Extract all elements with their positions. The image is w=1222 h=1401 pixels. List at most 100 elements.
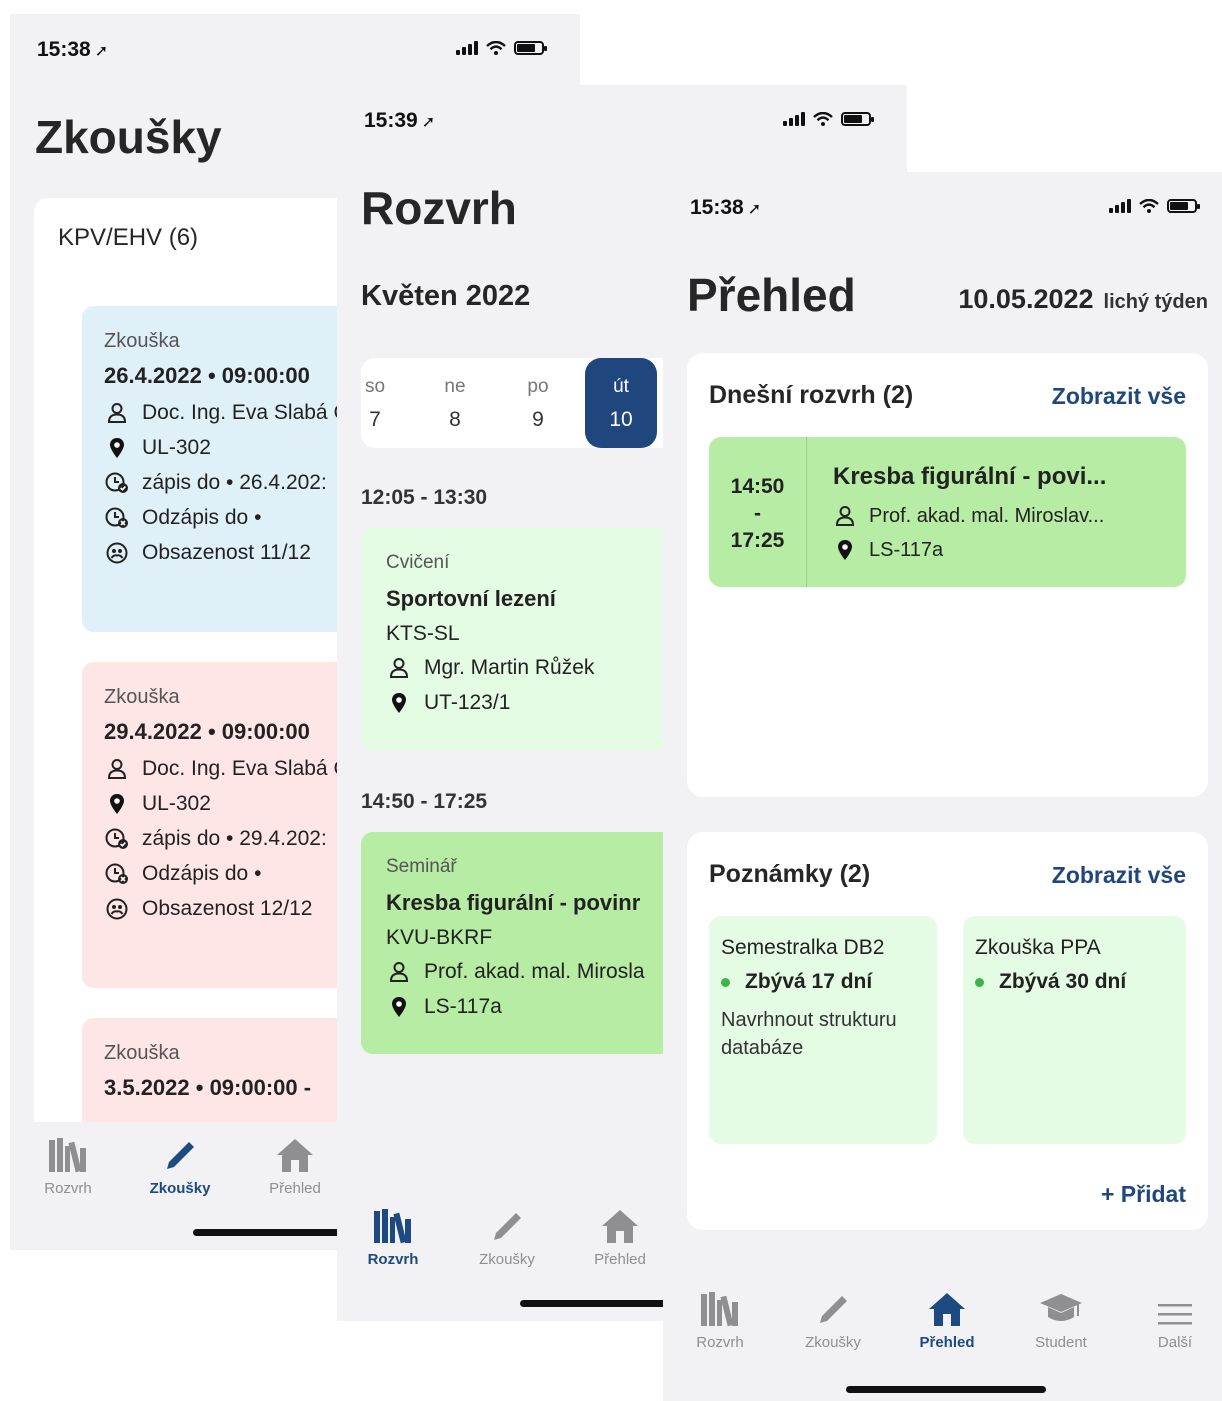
current-date: 10.05.2022 bbox=[958, 284, 1094, 314]
home-icon bbox=[600, 1205, 640, 1245]
tab-zkousky[interactable]: Zkoušky bbox=[801, 1288, 865, 1351]
signal-icon bbox=[783, 112, 805, 126]
books-icon bbox=[372, 1205, 414, 1245]
wifi-icon bbox=[813, 112, 833, 126]
location-pin-icon bbox=[104, 437, 130, 459]
person-icon bbox=[386, 961, 412, 983]
lesson-room: LS-117a bbox=[869, 538, 944, 561]
status-bar: 15:39 ➚ bbox=[337, 85, 907, 145]
person-icon bbox=[104, 402, 130, 424]
tab-dalsi[interactable]: Další bbox=[1147, 1288, 1203, 1351]
lesson-teacher: Prof. akad. mal. Miroslav... bbox=[869, 504, 1105, 527]
battery-icon bbox=[514, 41, 547, 55]
books-icon bbox=[699, 1288, 741, 1328]
lesson-room: LS-117a bbox=[424, 994, 502, 1018]
status-icons bbox=[1109, 199, 1200, 213]
exam-capacity: Obsazenost 11/12 bbox=[142, 540, 311, 564]
day-item-selected[interactable]: út 10 bbox=[585, 358, 657, 448]
pencil-icon bbox=[162, 1134, 198, 1174]
graduation-cap-icon bbox=[1038, 1288, 1084, 1328]
tab-student[interactable]: Student bbox=[1028, 1288, 1094, 1351]
group-icon bbox=[104, 542, 130, 564]
day-item[interactable]: ne 8 bbox=[419, 358, 491, 448]
clock-check-icon bbox=[104, 828, 130, 850]
pencil-icon bbox=[489, 1205, 525, 1245]
location-pin-icon bbox=[833, 539, 857, 561]
today-lesson-card[interactable]: 14:50 - 17:25 Kresba figurální - povi...… bbox=[709, 437, 1186, 587]
signal-icon bbox=[456, 41, 478, 55]
pencil-icon bbox=[815, 1288, 851, 1328]
tab-rozvrh[interactable]: Rozvrh bbox=[363, 1205, 423, 1268]
tab-prehled[interactable]: Přehled bbox=[262, 1134, 328, 1197]
show-all-link[interactable]: Zobrazit vše bbox=[1052, 383, 1186, 410]
day-item[interactable]: po 9 bbox=[502, 358, 574, 448]
show-all-link[interactable]: Zobrazit vše bbox=[1052, 862, 1186, 889]
note-title: Semestralka DB2 bbox=[721, 936, 885, 959]
wifi-icon bbox=[1139, 199, 1159, 213]
exam-teacher: Doc. Ing. Eva Slabá C bbox=[142, 400, 349, 424]
exam-capacity: Obsazenost 12/12 bbox=[142, 896, 313, 920]
tab-prehled[interactable]: Přehled bbox=[914, 1288, 980, 1351]
note-remaining: Zbývá 17 dní bbox=[721, 970, 925, 994]
lesson-body: Kresba figurální - povi... Prof. akad. m… bbox=[833, 463, 1170, 567]
signal-icon bbox=[1109, 199, 1131, 213]
tab-prehled[interactable]: Přehled bbox=[587, 1205, 653, 1268]
exam-room: UL-302 bbox=[142, 791, 211, 815]
time-slot-label: 12:05 - 13:30 bbox=[361, 486, 488, 509]
note-text: Navrhnout strukturu databáze bbox=[721, 1009, 897, 1059]
month-label: Květen 2022 bbox=[361, 280, 531, 312]
status-time: 15:39 ➚ bbox=[364, 109, 436, 132]
today-schedule-panel: Dnešní rozvrh (2) Zobrazit vše 14:50 - 1… bbox=[687, 353, 1208, 797]
status-icons bbox=[456, 41, 547, 55]
status-time: 15:38 ➚ bbox=[690, 196, 762, 219]
menu-icon bbox=[1158, 1288, 1192, 1328]
lesson-time: 14:50 - 17:25 bbox=[709, 437, 807, 587]
tab-bar: Rozvrh Zkoušky Přehled Student Další bbox=[663, 1280, 1222, 1401]
exam-enroll: zápis do • 29.4.202: bbox=[142, 826, 327, 850]
notes-panel: Poznámky (2) Zobrazit vše Semestralka DB… bbox=[687, 832, 1208, 1230]
add-note-button[interactable]: + Přidat bbox=[1101, 1181, 1186, 1208]
week-parity: lichý týden bbox=[1103, 291, 1208, 313]
battery-icon bbox=[1167, 199, 1200, 213]
page-title: Rozvrh bbox=[361, 182, 517, 234]
tab-zkousky[interactable]: Zkoušky bbox=[148, 1134, 212, 1197]
lesson-room: UT-123/1 bbox=[424, 690, 511, 714]
clock-cross-icon bbox=[104, 863, 130, 885]
date-info: 10.05.2022 lichý týden bbox=[958, 284, 1208, 315]
status-icons bbox=[783, 112, 874, 126]
home-indicator[interactable] bbox=[846, 1386, 1046, 1393]
tab-zkousky[interactable]: Zkoušky bbox=[475, 1205, 539, 1268]
books-icon bbox=[47, 1134, 89, 1174]
home-icon bbox=[275, 1134, 315, 1174]
note-card[interactable]: Zkouška PPA Zbývá 30 dní bbox=[963, 916, 1186, 1144]
battery-icon bbox=[841, 112, 874, 126]
person-icon bbox=[833, 505, 857, 527]
lesson-title: Kresba figurální - povi... bbox=[833, 463, 1107, 490]
lesson-teacher: Mgr. Martin Růžek bbox=[424, 655, 595, 679]
note-remaining: Zbývá 30 dní bbox=[975, 970, 1174, 994]
lesson-teacher-row: Prof. akad. mal. Miroslav... bbox=[833, 499, 1170, 533]
course-title: KPV/EHV (6) bbox=[58, 224, 199, 251]
location-arrow-icon: ➚ bbox=[421, 114, 436, 131]
status-dot-icon bbox=[721, 977, 730, 987]
exam-unenroll: Odzápis do • bbox=[142, 861, 262, 885]
location-pin-icon bbox=[104, 793, 130, 815]
location-pin-icon bbox=[386, 692, 412, 714]
tab-rozvrh[interactable]: Rozvrh bbox=[690, 1288, 750, 1351]
note-title: Zkouška PPA bbox=[975, 936, 1101, 959]
day-item[interactable]: so 7 bbox=[339, 358, 411, 448]
panel-title: Poznámky (2) bbox=[709, 860, 871, 888]
location-arrow-icon: ➚ bbox=[747, 201, 762, 218]
group-icon bbox=[104, 898, 130, 920]
lesson-teacher: Prof. akad. mal. Mirosla bbox=[424, 959, 645, 983]
person-icon bbox=[386, 657, 412, 679]
location-pin-icon bbox=[386, 996, 412, 1018]
overview-screen: 15:38 ➚ Přehled 10.05.2022 lichý týden Dne… bbox=[663, 172, 1222, 1401]
tab-rozvrh[interactable]: Rozvrh bbox=[38, 1134, 98, 1197]
lesson-room-row: LS-117a bbox=[833, 533, 1170, 567]
clock-check-icon bbox=[104, 472, 130, 494]
note-card[interactable]: Semestralka DB2 Zbývá 17 dní Navrhnout s… bbox=[709, 916, 937, 1144]
time-slot-label: 14:50 - 17:25 bbox=[361, 790, 488, 813]
exam-unenroll: Odzápis do • bbox=[142, 505, 262, 529]
status-time: 15:38 ➚ bbox=[37, 38, 109, 61]
